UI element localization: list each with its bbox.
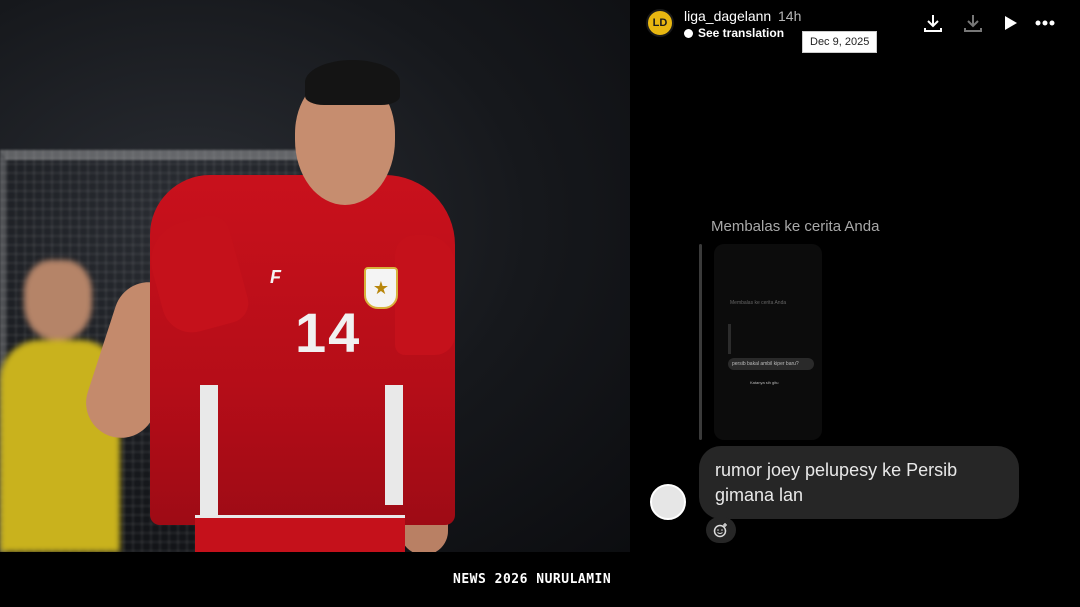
player-photo: F ★ 14: [0, 0, 630, 552]
thumbnail-caption: Katanya sih gitu: [750, 380, 779, 385]
garuda-crest-icon: ★: [364, 267, 398, 309]
watermark-text: NEWS 2026 NURULAMIN: [453, 572, 612, 587]
translate-icon: [684, 28, 693, 38]
see-translation-link[interactable]: See translation: [684, 26, 784, 40]
reply-context-label: Membalas ke cerita Anda: [711, 218, 880, 235]
kit-brand-logo: F: [270, 267, 281, 287]
story-reply-panel: LD liga_dagelann 14h See translation Dec…: [630, 0, 1080, 552]
account-avatar[interactable]: LD: [646, 9, 674, 37]
reply-quote-bar: [699, 244, 702, 440]
story-header: LD liga_dagelann 14h See translation Dec…: [630, 0, 1080, 60]
play-icon[interactable]: [999, 12, 1021, 34]
sender-avatar[interactable]: [650, 484, 686, 520]
download-icon[interactable]: [922, 12, 944, 34]
see-translation-label: See translation: [698, 26, 785, 40]
message-bubble[interactable]: rumor joey pelupesy ke Persib gimana lan: [699, 446, 1019, 519]
thumbnail-message: persib bakal ambil kiper baru?: [728, 358, 814, 370]
footer-strip: NEWS 2026 NURULAMIN: [0, 552, 1080, 607]
username[interactable]: liga_dagelann: [684, 8, 771, 24]
replied-story-thumbnail[interactable]: Membalas ke cerita Anda persib bakal amb…: [714, 244, 822, 440]
more-icon[interactable]: [1034, 12, 1056, 34]
jersey-number: 14: [295, 301, 362, 364]
add-reaction-icon[interactable]: [706, 517, 736, 543]
date-tooltip: Dec 9, 2025: [802, 31, 878, 53]
post-time: 14h: [778, 8, 802, 24]
player-figure: F ★ 14: [76, 55, 465, 552]
save-icon[interactable]: [962, 12, 984, 34]
thumbnail-reply-label: Membalas ke cerita Anda: [730, 300, 787, 306]
